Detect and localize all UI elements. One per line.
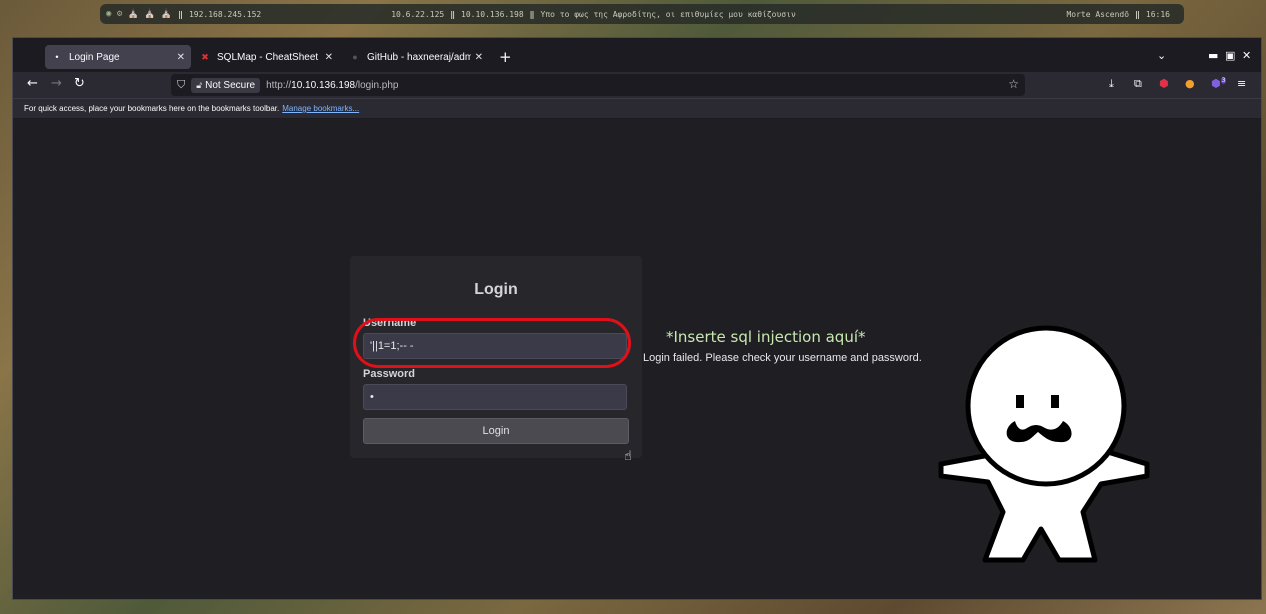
bookmarks-toolbar: For quick access, place your bookmarks h… xyxy=(13,98,1261,118)
browser-window: • Login Page ✕ ✖ SQLMap - CheatSheet - H… xyxy=(12,37,1262,600)
left-eye xyxy=(1016,395,1024,408)
ublock-icon[interactable]: ⬢ xyxy=(1159,77,1169,90)
list-all-tabs-icon[interactable]: ⌄ xyxy=(1157,49,1166,62)
highlight-circle xyxy=(353,318,631,368)
login-button[interactable]: Login xyxy=(363,418,629,444)
forward-icon[interactable]: → xyxy=(51,76,62,91)
status-quote: Υπο το φως της Αφροδίτης, οι επιθυμίες μ… xyxy=(540,9,796,19)
login-title: Login xyxy=(474,281,518,298)
clock: 16:16 xyxy=(1145,9,1170,19)
local-ip: 192.168.245.152 xyxy=(188,9,262,19)
password-input[interactable]: • xyxy=(363,384,627,410)
tab-label: Login Page xyxy=(69,51,120,63)
extension-badge-icon[interactable]: ⬢3 xyxy=(1211,77,1227,90)
separator: ‖ xyxy=(529,9,535,19)
target-ip: 10.10.136.198 xyxy=(461,9,524,19)
url-text: http://10.10.136.198/login.php xyxy=(266,80,398,91)
minimize-icon[interactable]: ▬ xyxy=(1208,49,1218,62)
tab-sqlmap-cheatsheet[interactable]: ✖ SQLMap - CheatSheet - Ha ✕ xyxy=(193,45,339,69)
tracking-shield-icon[interactable]: ⛉ xyxy=(177,79,185,92)
page-content: Login Username '||1=1;-- - Password • Lo… xyxy=(13,119,1261,599)
login-failed-message: Login failed. Please check your username… xyxy=(643,352,922,364)
annotation-text: *Inserte sql injection aquí* xyxy=(666,328,866,346)
url-path: /login.php xyxy=(355,79,399,91)
cookie-icon[interactable]: ● xyxy=(1185,77,1195,90)
tab-label: GitHub - haxneeraj/admin- xyxy=(367,51,471,63)
close-window-icon[interactable]: ✕ xyxy=(1242,49,1251,62)
tab-github[interactable]: ● GitHub - haxneeraj/admin- ✕ xyxy=(343,45,489,69)
close-tab-icon[interactable]: ✕ xyxy=(177,52,185,63)
page-icon: • xyxy=(55,52,59,62)
downloads-icon[interactable]: ⤓ xyxy=(1109,77,1114,91)
meme-character-image xyxy=(938,325,1150,563)
github-icon: ● xyxy=(352,52,358,62)
not-secure-badge[interactable]: 🔓︎ Not Secure xyxy=(191,77,261,93)
extensions-icon[interactable]: ⧉ xyxy=(1134,77,1142,91)
system-status-bar: ◉ ⚙ ⛪ ⛪ ⛪ ‖ 192.168.245.152 10.6.22.125 … xyxy=(100,4,1184,24)
password-label: Password xyxy=(363,368,415,380)
x-logo-icon: ✖ xyxy=(201,51,209,62)
status-spell: Morte Ascendō xyxy=(1066,9,1130,19)
workspace-icons[interactable]: ◉ ⚙ ⛪ ⛪ ⛪ xyxy=(106,9,172,19)
back-icon[interactable]: ← xyxy=(27,76,38,91)
menu-icon[interactable]: ≡ xyxy=(1237,77,1246,90)
right-eye xyxy=(1051,395,1059,408)
maximize-icon[interactable]: ▣ xyxy=(1225,49,1235,62)
reload-icon[interactable]: ↻ xyxy=(74,76,85,91)
new-tab-icon[interactable]: + xyxy=(499,48,512,66)
separator: ‖ xyxy=(450,9,456,19)
notification-count: 3 xyxy=(1220,77,1227,85)
manage-bookmarks-link[interactable]: Manage bookmarks... xyxy=(282,104,359,113)
address-bar[interactable]: ⛉ 🔓︎ Not Secure http://10.10.136.198/log… xyxy=(171,74,1025,96)
hand-cursor-icon: ☝ xyxy=(624,449,632,464)
vpn-ip: 10.6.22.125 xyxy=(391,9,445,19)
close-tab-icon[interactable]: ✕ xyxy=(325,52,333,63)
separator: ‖ xyxy=(178,9,183,19)
tab-bar: • Login Page ✕ ✖ SQLMap - CheatSheet - H… xyxy=(13,38,1261,72)
navigation-bar: ← → ↻ ⛉ 🔓︎ Not Secure http://10.10.136.1… xyxy=(13,72,1261,98)
security-label: Not Secure xyxy=(205,79,256,91)
tab-label: SQLMap - CheatSheet - Ha xyxy=(217,51,321,63)
separator: ‖ xyxy=(1135,9,1140,19)
close-tab-icon[interactable]: ✕ xyxy=(475,52,483,63)
url-prefix: http:// xyxy=(266,79,292,91)
tab-login-page[interactable]: • Login Page ✕ xyxy=(45,45,191,69)
bookmark-star-icon[interactable]: ☆ xyxy=(1008,77,1019,91)
bookmarks-hint: For quick access, place your bookmarks h… xyxy=(24,104,280,113)
insecure-lock-icon: 🔓︎ xyxy=(196,79,203,90)
url-host: 10.10.136.198 xyxy=(291,79,356,91)
